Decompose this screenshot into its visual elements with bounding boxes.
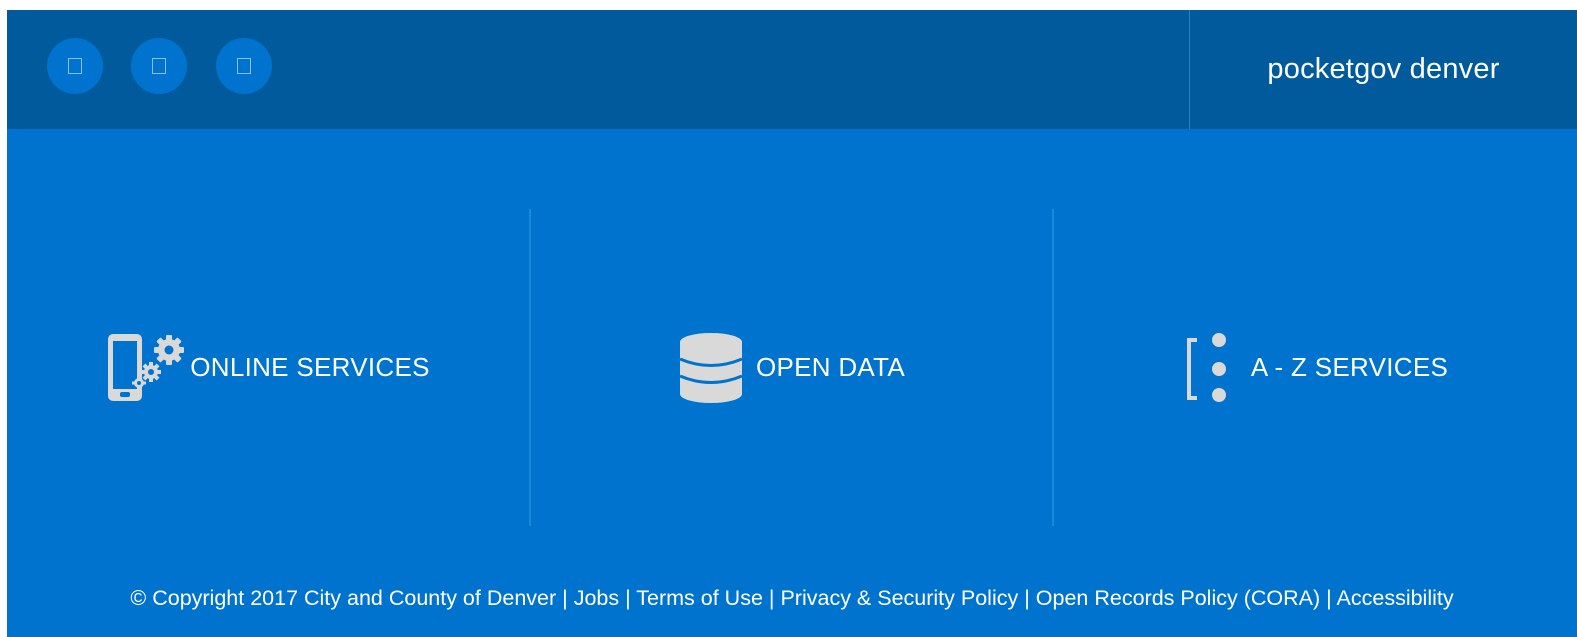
- footer-link-cora[interactable]: Open Records Policy (CORA): [1036, 586, 1320, 610]
- footer-link-jobs[interactable]: Jobs: [574, 586, 619, 610]
- copyright-text: © Copyright 2017 City and County of Denv…: [130, 586, 557, 610]
- social-icon: [237, 58, 251, 74]
- a-z-services-label: A - Z SERVICES: [1250, 352, 1449, 382]
- social-button-3[interactable]: [216, 38, 272, 94]
- online-services-label: ONLINE SERVICES: [190, 352, 430, 382]
- footer-separator: |: [619, 586, 637, 610]
- a-z-services-link[interactable]: A - Z SERVICES: [1054, 209, 1577, 526]
- footer: © Copyright 2017 City and County of Denv…: [7, 586, 1577, 616]
- social-button-2[interactable]: [131, 38, 187, 94]
- online-services-link[interactable]: ONLINE SERVICES: [7, 209, 529, 526]
- footer-separator: |: [1018, 586, 1036, 610]
- footer-separator: |: [1320, 586, 1337, 610]
- open-data-link[interactable]: OPEN DATA: [531, 209, 1052, 526]
- page-frame: pocketgov denver ONLINE SERVICES OPEN DA…: [7, 10, 1577, 637]
- footer-separator: |: [556, 586, 574, 610]
- brand-title[interactable]: pocketgov denver: [1190, 10, 1577, 129]
- list-dots-icon: [1183, 332, 1229, 404]
- mobile-gears-icon: [106, 332, 186, 404]
- social-icon: [68, 58, 82, 74]
- footer-link-accessibility[interactable]: Accessibility: [1337, 586, 1454, 610]
- social-icon: [152, 58, 166, 74]
- footer-link-terms[interactable]: Terms of Use: [636, 586, 763, 610]
- header-bar: pocketgov denver: [7, 10, 1577, 129]
- social-button-1[interactable]: [47, 38, 103, 94]
- footer-link-privacy[interactable]: Privacy & Security Policy: [780, 586, 1018, 610]
- open-data-label: OPEN DATA: [755, 352, 906, 382]
- database-icon: [678, 332, 744, 404]
- footer-separator: |: [762, 586, 781, 610]
